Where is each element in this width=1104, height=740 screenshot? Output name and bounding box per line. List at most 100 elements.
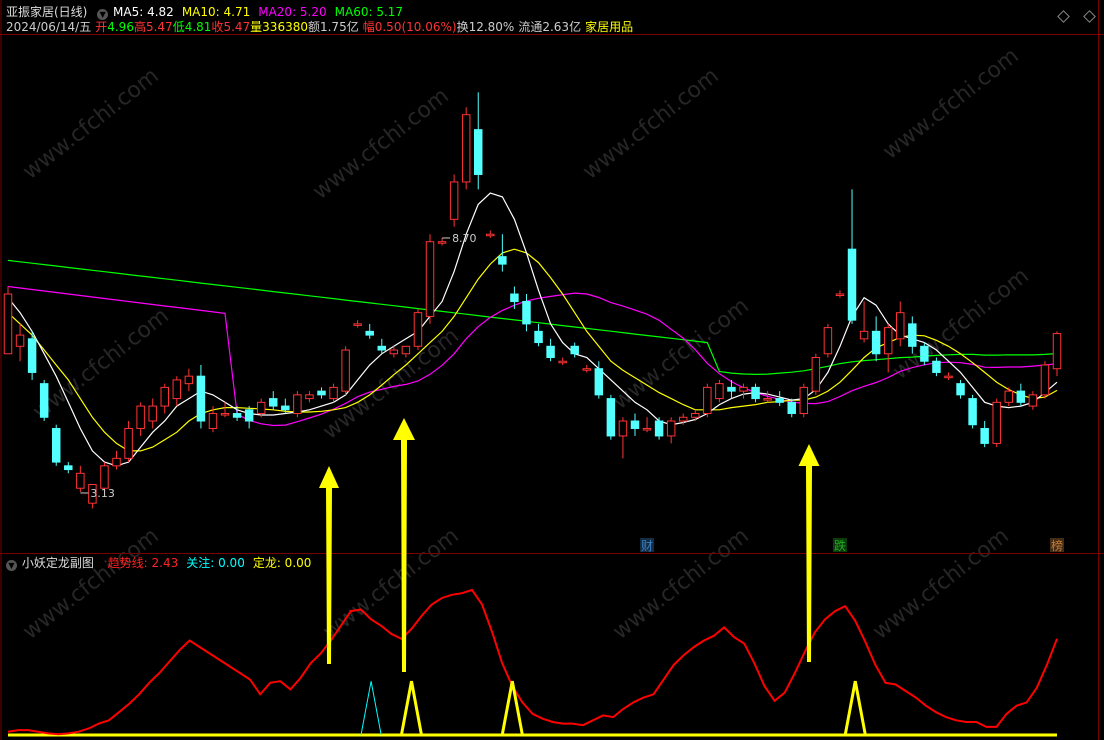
candle[interactable] (269, 391, 278, 410)
candle-body (534, 330, 543, 344)
candle[interactable] (751, 383, 760, 403)
price-label: 8.70 (452, 232, 477, 245)
candle[interactable] (293, 391, 302, 418)
candle[interactable] (956, 379, 965, 399)
candle[interactable] (715, 379, 724, 403)
candle[interactable] (896, 301, 905, 347)
quote-field: 4.81 (184, 20, 212, 34)
quote-field: 5.47 (145, 20, 173, 34)
candle[interactable] (510, 286, 519, 309)
candle[interactable] (498, 234, 507, 272)
candle[interactable] (546, 338, 555, 362)
candle-body (196, 375, 206, 422)
candle[interactable] (196, 364, 206, 429)
candle[interactable] (835, 290, 845, 298)
candle-body (666, 420, 676, 437)
ma-legend-item: MA5: 4.82 (113, 5, 174, 19)
stock-title[interactable]: 亚振家居(日线) (6, 5, 87, 19)
chart-canvas[interactable]: www.cfchi.com www.cfchi.com www.cfchi.com w… (0, 0, 1104, 740)
candle[interactable] (871, 316, 881, 362)
candle[interactable] (148, 398, 157, 429)
main-header: 亚振家居(日线) ▼ MA5: 4.82 MA10: 4.71 MA20: 5.20… (6, 5, 412, 20)
candle-body (896, 312, 905, 340)
candle[interactable] (582, 364, 591, 373)
candle[interactable] (1016, 383, 1026, 407)
candle[interactable] (775, 391, 784, 407)
candle[interactable] (51, 424, 61, 466)
candle[interactable] (992, 398, 1001, 448)
quote-field: 2024/06/14/五 (6, 20, 92, 34)
candle[interactable] (341, 346, 350, 395)
quote-field: 开 (95, 20, 108, 34)
candle[interactable] (437, 237, 447, 246)
candle[interactable] (15, 323, 25, 362)
candle[interactable] (39, 379, 49, 421)
candle[interactable] (76, 465, 85, 492)
candle[interactable] (799, 383, 809, 418)
candle[interactable] (425, 234, 435, 324)
candle[interactable] (654, 417, 664, 440)
candle[interactable] (353, 320, 362, 328)
sub-legend-item: 定龙: 0.00 (252, 556, 312, 570)
candle[interactable] (691, 409, 700, 421)
indicator-toggle-icon[interactable]: ▼ (6, 560, 17, 571)
candle-body (691, 413, 700, 418)
candle[interactable] (1052, 331, 1062, 377)
candle[interactable] (449, 174, 459, 227)
candle[interactable] (244, 406, 254, 429)
candle[interactable] (365, 323, 374, 339)
candle[interactable] (570, 342, 579, 358)
candle[interactable] (980, 421, 989, 448)
candle[interactable] (968, 394, 977, 429)
candle[interactable] (124, 421, 133, 463)
candle[interactable] (461, 107, 471, 190)
candle[interactable] (847, 189, 857, 324)
candle[interactable] (136, 402, 145, 436)
quote-field: 0.50(10.06%) (374, 20, 457, 34)
candle[interactable] (811, 353, 821, 395)
candle[interactable] (112, 450, 121, 470)
event-marker[interactable]: 财 (641, 539, 653, 553)
candle[interactable] (703, 383, 712, 418)
watermark-text: www.cfchi.com (308, 83, 453, 204)
candle-body (100, 465, 109, 489)
candle[interactable] (184, 368, 194, 392)
candle[interactable] (944, 372, 953, 380)
candle[interactable] (172, 376, 182, 407)
diamond-icon[interactable] (1057, 10, 1070, 23)
candle[interactable] (329, 383, 338, 403)
candle[interactable] (859, 301, 869, 343)
candle[interactable] (413, 308, 423, 351)
candle-body (232, 413, 242, 418)
sub-title[interactable]: 小妖定龙副图 (22, 556, 94, 570)
candle[interactable] (27, 331, 37, 380)
event-marker[interactable]: 榜 (1051, 538, 1063, 553)
candle[interactable] (474, 92, 483, 190)
diamond-icon[interactable] (1083, 10, 1096, 23)
candle[interactable] (3, 286, 13, 355)
event-marker[interactable]: 跌 (834, 538, 846, 553)
candle[interactable] (823, 323, 833, 358)
candle[interactable] (522, 294, 531, 332)
candle[interactable] (606, 394, 616, 440)
candle[interactable] (642, 417, 652, 433)
candle[interactable] (630, 413, 640, 436)
focus-signal (360, 681, 382, 736)
candle[interactable] (618, 417, 628, 459)
candle[interactable] (1040, 361, 1050, 399)
candle-body (160, 386, 169, 407)
candle[interactable] (534, 323, 543, 347)
sub-legend: 趋势线: 2.43 关注: 0.00 定龙: 0.00 (108, 556, 320, 570)
candle[interactable] (666, 417, 676, 444)
candle-body (920, 345, 929, 362)
candle[interactable] (486, 230, 495, 238)
indicator-toggle-icon[interactable]: ▼ (97, 9, 109, 20)
candle[interactable] (558, 357, 567, 365)
candle[interactable] (920, 342, 929, 365)
candle[interactable] (160, 383, 169, 414)
candle-body (389, 349, 399, 355)
candle[interactable] (1028, 391, 1038, 410)
candle[interactable] (317, 387, 326, 399)
candle[interactable] (64, 462, 73, 474)
candle[interactable] (305, 391, 314, 403)
